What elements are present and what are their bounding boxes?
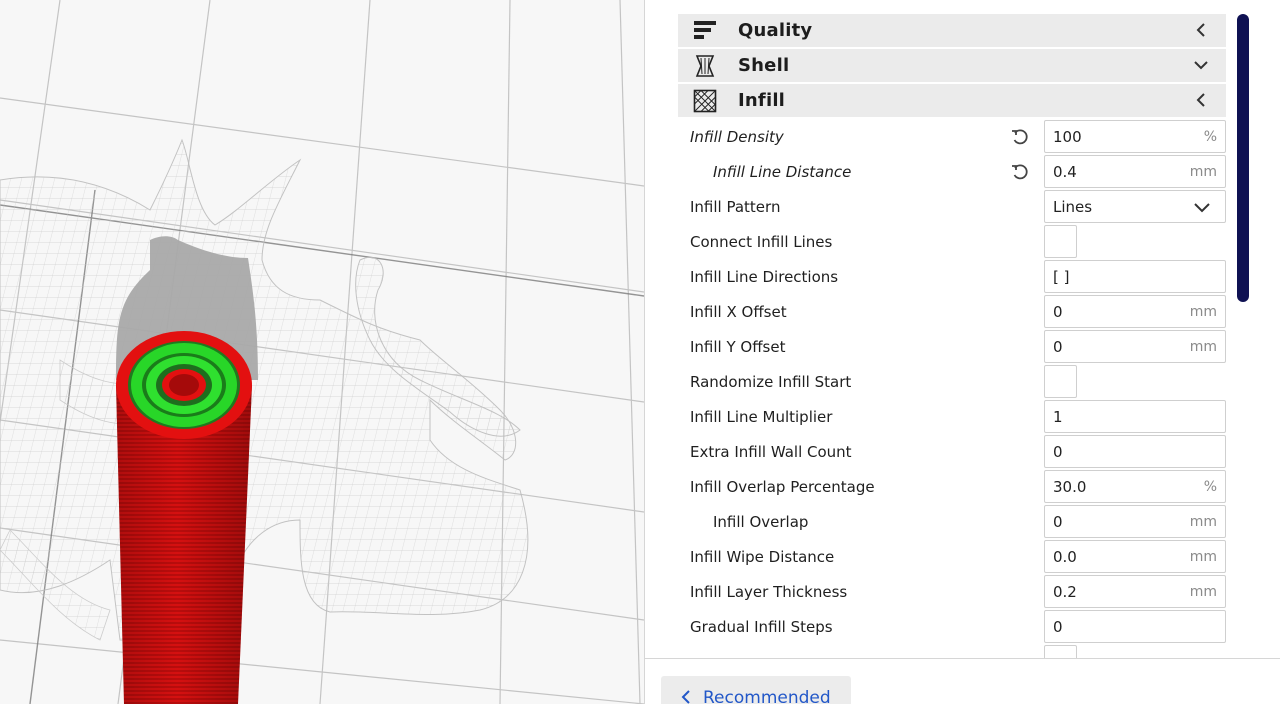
category-infill[interactable]: Infill	[678, 84, 1226, 117]
infill-line-multiplier-input[interactable]: 1	[1044, 400, 1226, 433]
setting-infill-pattern: Infill Pattern Lines	[678, 189, 1226, 224]
infill-x-offset-input[interactable]: 0 mm	[1044, 295, 1226, 328]
category-shell[interactable]: Shell	[678, 49, 1226, 82]
setting-infill-x-offset: Infill X Offset 0 mm	[678, 294, 1226, 329]
settings-scrollbar[interactable]	[1237, 14, 1249, 302]
setting-label: Infill Layer Thickness	[690, 583, 848, 601]
field-value: 0	[1053, 443, 1063, 461]
printed-model-layer-view	[116, 331, 252, 704]
setting-infill-overlap: Infill Overlap 0 mm	[678, 504, 1226, 539]
setting-label: Infill Line Multiplier	[690, 408, 833, 426]
setting-label: Infill Wipe Distance	[690, 548, 835, 566]
setting-label: Infill Line Distance	[713, 163, 852, 181]
print-settings-panel: Quality Shell Infill Infill Density 100	[644, 0, 1280, 704]
field-value: 30.0	[1053, 478, 1087, 496]
field-value: Lines	[1053, 198, 1093, 216]
setting-row-partial	[678, 644, 1226, 658]
category-infill-label: Infill	[738, 90, 786, 111]
reset-icon[interactable]	[1010, 162, 1030, 182]
infill-line-distance-input[interactable]: 0.4 mm	[1044, 155, 1226, 188]
setting-checkbox-partial[interactable]	[1044, 645, 1077, 658]
setting-label: Infill X Offset	[690, 303, 787, 321]
setting-connect-infill-lines: Connect Infill Lines	[678, 224, 1226, 259]
setting-label: Randomize Infill Start	[690, 373, 852, 391]
setting-extra-infill-wall-count: Extra Infill Wall Count 0	[678, 434, 1226, 469]
field-value: 0.0	[1053, 548, 1077, 566]
field-value: 0.4	[1053, 163, 1077, 181]
infill-pattern-dropdown[interactable]: Lines	[1044, 190, 1226, 223]
quality-icon	[692, 19, 718, 43]
setting-label: Gradual Infill Steps	[690, 618, 833, 636]
field-value: 0	[1053, 513, 1063, 531]
setting-label: Connect Infill Lines	[690, 233, 833, 251]
chevron-down-icon	[1194, 203, 1210, 213]
gradual-infill-steps-input[interactable]: 0	[1044, 610, 1226, 643]
chevron-left-icon[interactable]	[1192, 21, 1210, 39]
setting-label: Infill Density	[690, 128, 784, 146]
field-unit: mm	[1189, 549, 1217, 565]
field-value: 0	[1053, 618, 1063, 636]
field-value: 100	[1053, 128, 1082, 146]
3d-viewport[interactable]	[0, 0, 644, 704]
build-plate-scene	[0, 0, 644, 704]
setting-label: Infill Y Offset	[690, 338, 786, 356]
setting-label: Infill Line Directions	[690, 268, 839, 286]
chevron-down-icon[interactable]	[1192, 56, 1210, 74]
field-unit: mm	[1189, 164, 1217, 180]
field-unit: mm	[1189, 584, 1217, 600]
setting-infill-line-directions: Infill Line Directions [ ]	[678, 259, 1226, 294]
recommended-button[interactable]: Recommended	[661, 676, 851, 704]
setting-label: Infill Overlap Percentage	[690, 478, 875, 496]
setting-infill-density: Infill Density 100 %	[678, 119, 1226, 154]
randomize-infill-start-checkbox[interactable]	[1044, 365, 1077, 398]
field-unit: mm	[1189, 514, 1217, 530]
category-quality[interactable]: Quality	[678, 14, 1226, 47]
field-value: 0	[1053, 338, 1063, 356]
field-value: 1	[1053, 408, 1063, 426]
extra-infill-wall-count-input[interactable]: 0	[1044, 435, 1226, 468]
field-value: [ ]	[1053, 268, 1070, 286]
category-shell-label: Shell	[738, 55, 790, 76]
infill-layer-thickness-input[interactable]: 0.2 mm	[1044, 575, 1226, 608]
connect-infill-lines-checkbox[interactable]	[1044, 225, 1077, 258]
chevron-left-icon[interactable]	[1192, 91, 1210, 109]
setting-label: Extra Infill Wall Count	[690, 443, 852, 461]
setting-infill-line-multiplier: Infill Line Multiplier 1	[678, 399, 1226, 434]
field-unit: %	[1203, 129, 1217, 145]
setting-label: Infill Pattern	[690, 198, 781, 216]
reset-icon[interactable]	[1010, 127, 1030, 147]
field-unit: mm	[1189, 304, 1217, 320]
settings-scroll-area[interactable]: Quality Shell Infill Infill Density 100	[645, 0, 1280, 658]
infill-density-input[interactable]: 100 %	[1044, 120, 1226, 153]
recommended-label: Recommended	[703, 688, 831, 704]
field-value: 0.2	[1053, 583, 1077, 601]
infill-line-directions-input[interactable]: [ ]	[1044, 260, 1226, 293]
setting-infill-line-distance: Infill Line Distance 0.4 mm	[678, 154, 1226, 189]
infill-wipe-distance-input[interactable]: 0.0 mm	[1044, 540, 1226, 573]
setting-infill-overlap-percentage: Infill Overlap Percentage 30.0 %	[678, 469, 1226, 504]
panel-footer: Recommended	[645, 658, 1280, 704]
shell-icon	[692, 54, 718, 78]
setting-infill-wipe-distance: Infill Wipe Distance 0.0 mm	[678, 539, 1226, 574]
field-value: 0	[1053, 303, 1063, 321]
field-unit: %	[1203, 479, 1217, 495]
infill-overlap-input[interactable]: 0 mm	[1044, 505, 1226, 538]
category-quality-label: Quality	[738, 20, 813, 41]
field-unit: mm	[1189, 339, 1217, 355]
setting-gradual-infill-steps: Gradual Infill Steps 0	[678, 609, 1226, 644]
infill-y-offset-input[interactable]: 0 mm	[1044, 330, 1226, 363]
chevron-left-icon	[681, 690, 690, 704]
setting-randomize-infill-start: Randomize Infill Start	[678, 364, 1226, 399]
setting-infill-y-offset: Infill Y Offset 0 mm	[678, 329, 1226, 364]
infill-icon	[692, 89, 718, 113]
setting-label: Infill Overlap	[713, 513, 809, 531]
setting-infill-layer-thickness: Infill Layer Thickness 0.2 mm	[678, 574, 1226, 609]
infill-overlap-percentage-input[interactable]: 30.0 %	[1044, 470, 1226, 503]
